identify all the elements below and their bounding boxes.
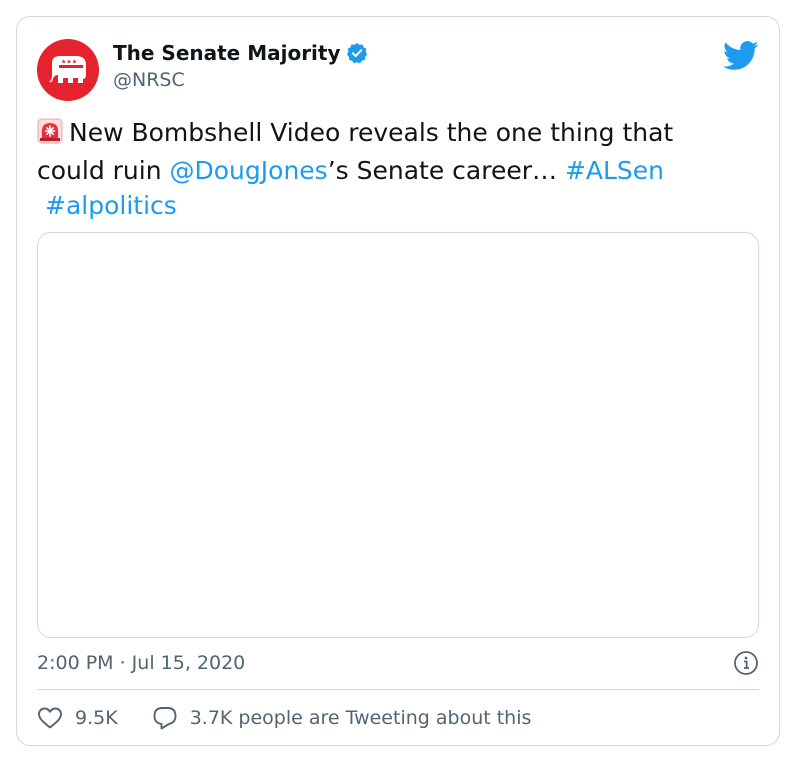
avatar[interactable]: ★★★: [37, 39, 99, 101]
hashtag-link-alpolitics[interactable]: #alpolitics: [45, 191, 177, 220]
tweeting-about-link[interactable]: 3.7K people are Tweeting about this: [152, 705, 532, 731]
siren-icon: [37, 118, 63, 153]
tweet-actions: 9.5K 3.7K people are Tweeting about this: [37, 705, 531, 731]
verified-badge-icon: [346, 42, 368, 64]
mention-link[interactable]: @DougJones: [170, 156, 328, 185]
tweeting-about-text: 3.7K people are Tweeting about this: [189, 707, 532, 729]
media-card[interactable]: [37, 232, 759, 638]
tweet-text-part-2: ’s Senate career…: [327, 156, 565, 185]
info-icon[interactable]: [733, 650, 759, 680]
divider: [37, 689, 759, 690]
author-name-row[interactable]: The Senate Majority: [113, 39, 368, 67]
hashtag-link-alsen[interactable]: #ALSen: [565, 156, 664, 185]
like-button[interactable]: 9.5K: [37, 705, 118, 731]
twitter-bird-icon[interactable]: [723, 41, 759, 75]
reply-bubble-icon: [153, 707, 177, 730]
author-display-name[interactable]: The Senate Majority: [113, 39, 341, 67]
like-count: 9.5K: [75, 707, 118, 729]
tweet-card: ★★★ The Senate Majority @NRSC New Bombsh…: [16, 16, 780, 746]
svg-text:★★★: ★★★: [61, 59, 77, 66]
tweet-timestamp[interactable]: 2:00 PM · Jul 15, 2020: [37, 650, 245, 676]
author-handle[interactable]: @NRSC: [113, 67, 368, 93]
elephant-logo-icon: ★★★: [49, 56, 86, 83]
tweet-text: New Bombshell Video reveals the one thin…: [37, 115, 737, 223]
heart-icon: [38, 707, 62, 729]
author-info: The Senate Majority @NRSC: [113, 39, 368, 93]
